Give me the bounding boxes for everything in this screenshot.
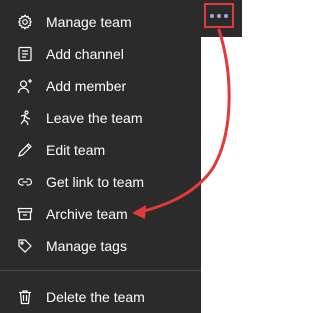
leave-icon (17, 109, 33, 126)
menu-item-get-link[interactable]: Get link to team (0, 166, 201, 197)
menu-item-delete-team[interactable]: Delete the team (0, 281, 201, 312)
menu-item-manage-tags[interactable]: Manage tags (0, 230, 201, 261)
tag-icon (17, 238, 33, 254)
team-options-menu: Manage team Add channel Add member Leave… (0, 0, 201, 313)
more-options-highlight[interactable] (204, 3, 234, 28)
menu-item-add-member[interactable]: Add member (0, 70, 201, 101)
channel-icon (17, 46, 33, 62)
archive-icon (17, 206, 33, 222)
pencil-icon (17, 142, 33, 158)
menu-item-label: Add member (46, 77, 127, 94)
menu-item-label: Add channel (46, 45, 124, 62)
menu-item-edit-team[interactable]: Edit team (0, 134, 201, 165)
trash-icon (17, 289, 33, 305)
menu-item-label: Delete the team (46, 288, 145, 305)
menu-item-label: Manage tags (46, 237, 127, 254)
add-person-icon (17, 78, 33, 94)
ellipsis-icon (210, 13, 228, 18)
menu-item-label: Manage team (46, 13, 132, 30)
gear-icon (17, 13, 33, 30)
menu-item-manage-team[interactable]: Manage team (0, 6, 201, 37)
menu-item-label: Archive team (46, 205, 128, 222)
menu-divider (0, 270, 201, 271)
menu-item-label: Edit team (46, 141, 106, 158)
menu-item-label: Leave the team (46, 109, 143, 126)
menu-item-add-channel[interactable]: Add channel (0, 38, 201, 69)
menu-item-label: Get link to team (46, 173, 145, 190)
menu-item-archive-team[interactable]: Archive team (0, 198, 201, 229)
menu-item-leave-team[interactable]: Leave the team (0, 102, 201, 133)
link-icon (17, 174, 33, 190)
